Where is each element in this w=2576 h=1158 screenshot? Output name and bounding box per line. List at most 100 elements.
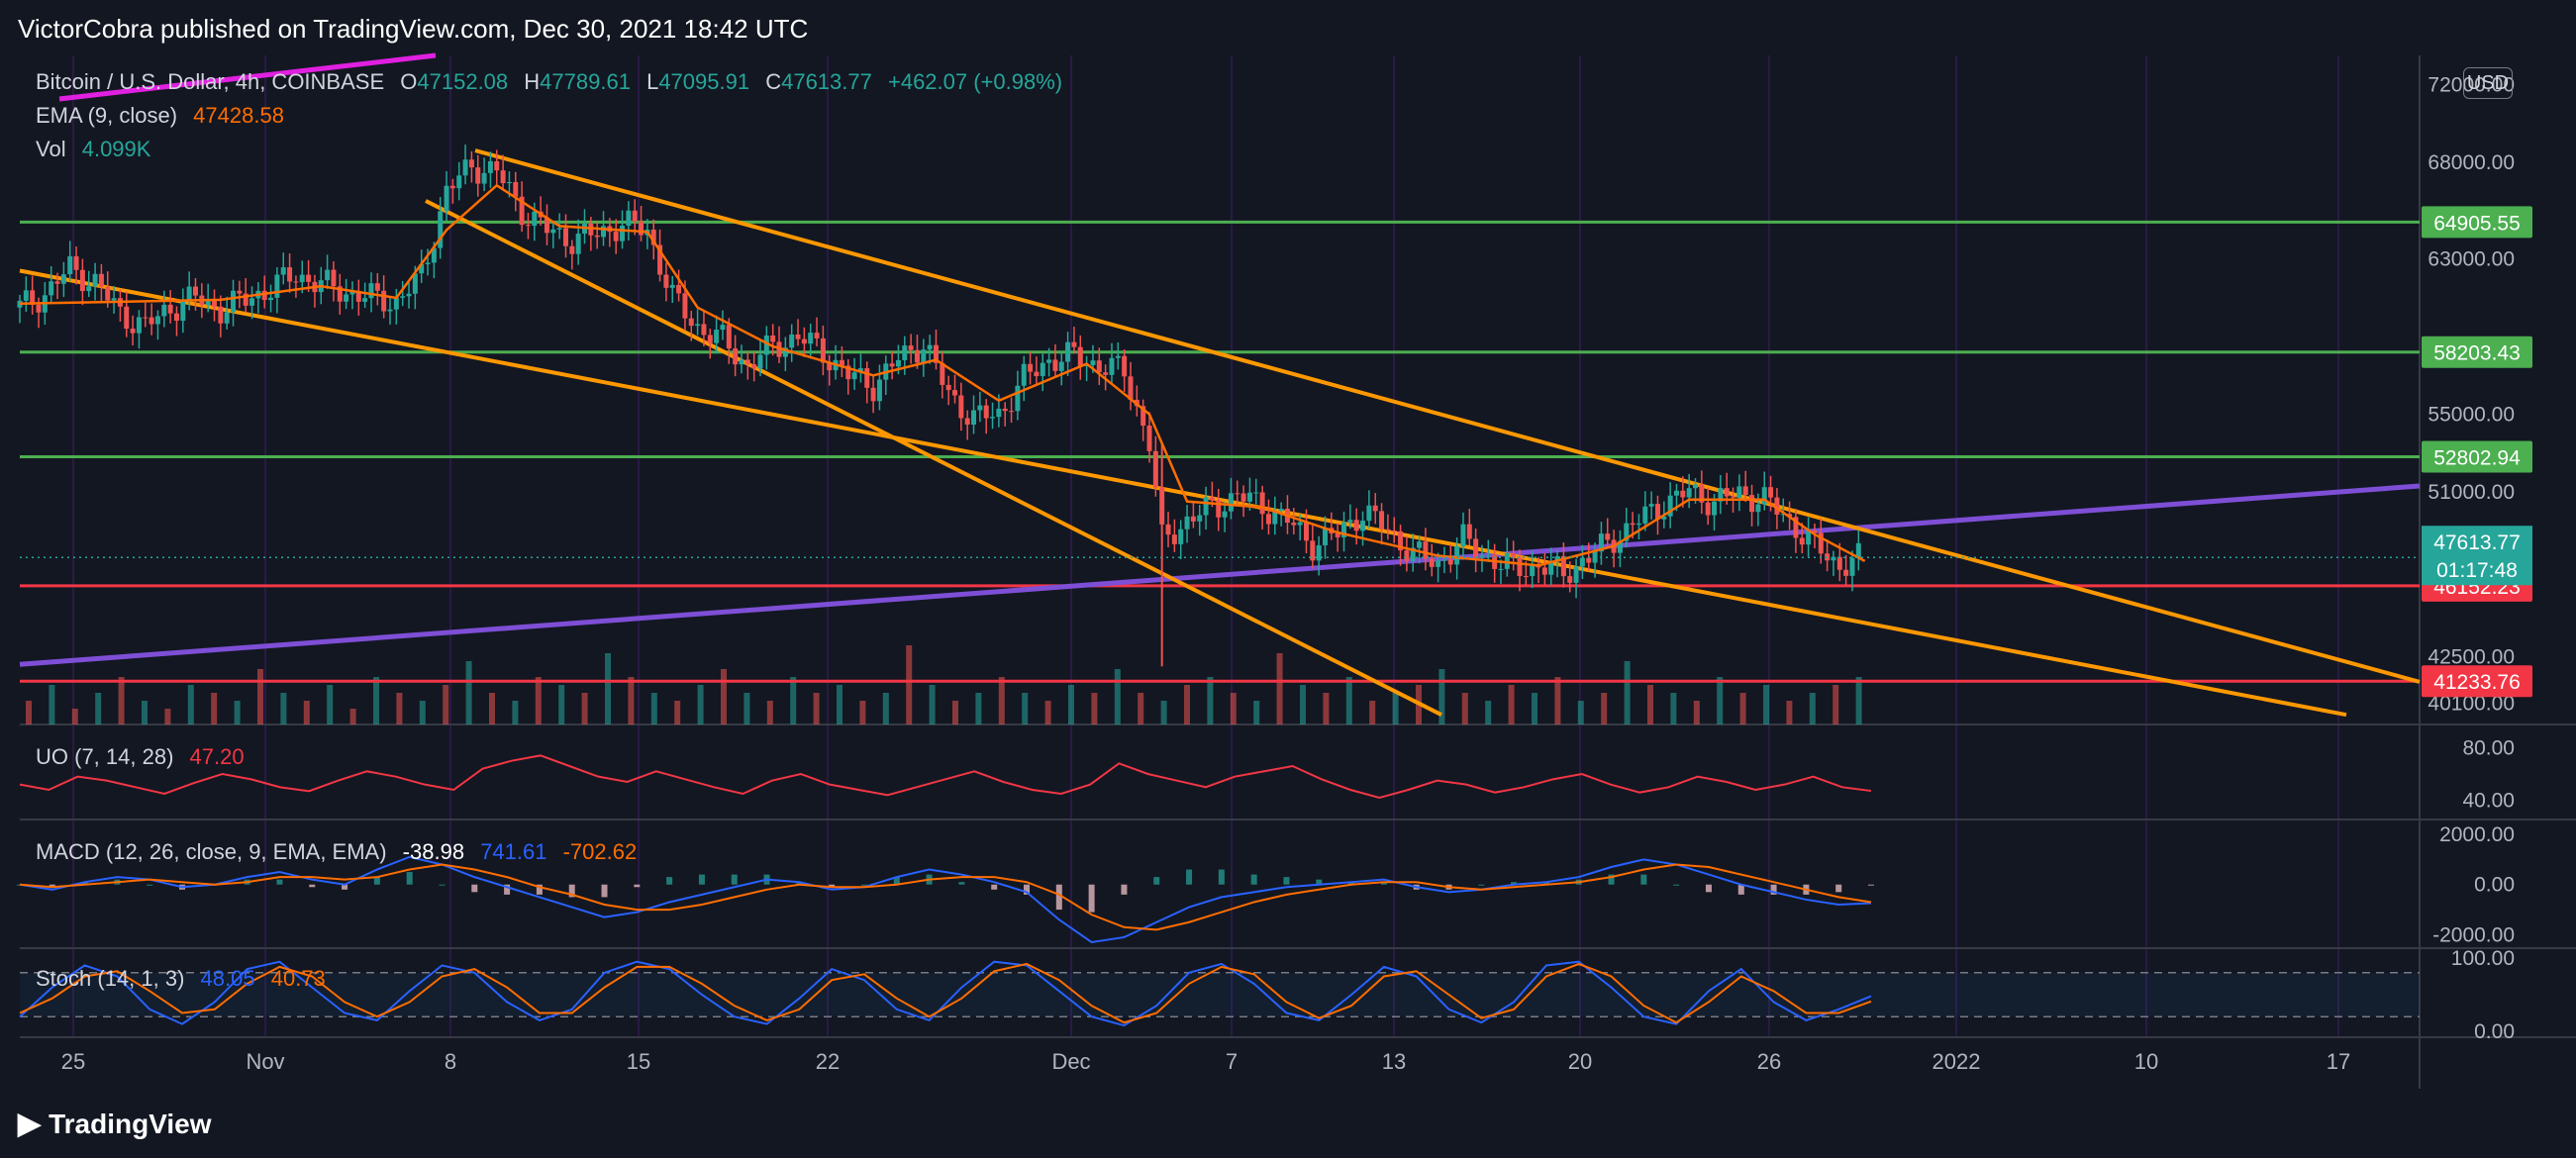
footer-brand[interactable]: ▶ TradingView [18, 1107, 212, 1141]
candle-body [1586, 557, 1592, 563]
volume-bar [1184, 685, 1190, 724]
candle-body [124, 306, 130, 330]
volume-bar [1114, 669, 1121, 724]
candle-body [1404, 550, 1410, 561]
candle-body [306, 274, 312, 282]
candle-body [927, 344, 933, 350]
uo-legend[interactable]: UO (7, 14, 28) 47.20 [36, 744, 254, 770]
candle-body [733, 348, 739, 365]
x-tick-label: 25 [61, 1049, 85, 1074]
volume-bar [512, 701, 519, 724]
price-chart[interactable]: 72000.0068000.0063000.0058000.0055000.00… [0, 0, 2576, 1158]
volume-bar [1601, 693, 1608, 724]
footer-brand-text: TradingView [49, 1108, 212, 1139]
volume-bar [1369, 701, 1376, 724]
candle-body [86, 286, 92, 292]
candle-body [368, 283, 374, 299]
candle-body [1310, 540, 1316, 561]
macd-histogram-bar [1088, 884, 1095, 913]
candle-body [1009, 411, 1015, 413]
volume-bar [1786, 701, 1793, 724]
volume-bar [650, 693, 657, 724]
candle-body [569, 245, 575, 254]
candle-body [1297, 522, 1303, 526]
candle-body [268, 297, 274, 301]
volume-bar [1485, 701, 1492, 724]
candle-body [1090, 360, 1096, 365]
volume-bar [1855, 677, 1862, 724]
volume-bar [280, 693, 287, 724]
currency-badge[interactable]: USD [2463, 67, 2513, 99]
stoch-label: Stoch (14, 1, 3) [36, 966, 185, 991]
candle-body [362, 298, 368, 302]
candle-body [945, 384, 951, 391]
volume-bar [813, 693, 820, 724]
volume-bar [1624, 661, 1631, 724]
high-value: 47789.61 [540, 69, 631, 94]
macd-value-1: -38.98 [402, 839, 465, 864]
volume-bar [419, 701, 426, 724]
volume-bar [743, 693, 750, 724]
volume-bar [721, 669, 727, 724]
volume-bar [1068, 685, 1074, 724]
candle-body [1291, 523, 1297, 526]
macd-histogram-bar [1640, 874, 1647, 885]
volume-bar [882, 693, 889, 724]
volume-bar [257, 669, 263, 724]
candle-body [720, 325, 726, 331]
macd-histogram-bar [471, 884, 478, 893]
candle-body [111, 298, 117, 301]
orange-trendline [474, 148, 2421, 684]
candle-body [1240, 493, 1246, 502]
candle-body [1197, 515, 1203, 522]
volume-bar [1345, 677, 1352, 724]
macd-histogram-bar [1218, 869, 1225, 885]
candle-body [73, 255, 79, 270]
macd-histogram-bar [1283, 877, 1290, 885]
ema-legend[interactable]: EMA (9, close) 47428.58 [36, 103, 294, 129]
candle-body [739, 359, 744, 365]
candle-body [481, 172, 487, 184]
volume-bar [1461, 693, 1468, 724]
candle-body [695, 324, 701, 327]
x-tick-label: Nov [246, 1049, 284, 1074]
macd-label: MACD (12, 26, close, 9, EMA, EMA) [36, 839, 387, 864]
candle-body [143, 317, 149, 319]
candle-body [406, 293, 412, 297]
stoch-legend[interactable]: Stoch (14, 1, 3) 48.05 40.73 [36, 966, 336, 992]
sub-tick-label: 40.00 [2462, 790, 2515, 813]
volume-bar [1323, 693, 1330, 724]
open-value: 47152.08 [417, 69, 509, 94]
candle-body [639, 221, 644, 236]
candle-body [1372, 505, 1378, 512]
macd-histogram-bar [1868, 884, 1874, 886]
candle-body [287, 267, 293, 282]
candle-body [506, 182, 512, 184]
volume-bar [1508, 685, 1515, 724]
candle-body [1366, 505, 1372, 522]
volume-bar [373, 677, 379, 724]
symbol-name[interactable]: Bitcoin / U.S. Dollar, 4h, COINBASE [36, 69, 384, 94]
x-tick-label: 26 [1757, 1049, 1781, 1074]
vol-legend[interactable]: Vol 4.099K [36, 137, 160, 162]
volume-bar [49, 685, 55, 724]
close-value: 47613.77 [781, 69, 872, 94]
candle-body [1423, 541, 1429, 559]
candle-body [1040, 362, 1045, 377]
candle-body [688, 318, 694, 327]
candle-body [462, 159, 468, 176]
x-tick-label: Dec [1051, 1049, 1090, 1074]
macd-legend[interactable]: MACD (12, 26, close, 9, EMA, EMA) -38.98… [36, 839, 646, 865]
candle-body [154, 316, 160, 325]
candle-body [344, 294, 349, 302]
candle-body [500, 170, 506, 184]
candle-body [744, 359, 750, 365]
candle-body [1058, 361, 1064, 371]
sub-tick-label: 80.00 [2462, 736, 2515, 759]
y-tick-label: 68000.00 [2427, 151, 2515, 174]
macd-histogram-bar [1705, 884, 1712, 893]
candle-body [299, 274, 305, 283]
uo-line [19, 754, 1872, 800]
volume-bar [164, 709, 171, 724]
candle-body [92, 273, 98, 287]
